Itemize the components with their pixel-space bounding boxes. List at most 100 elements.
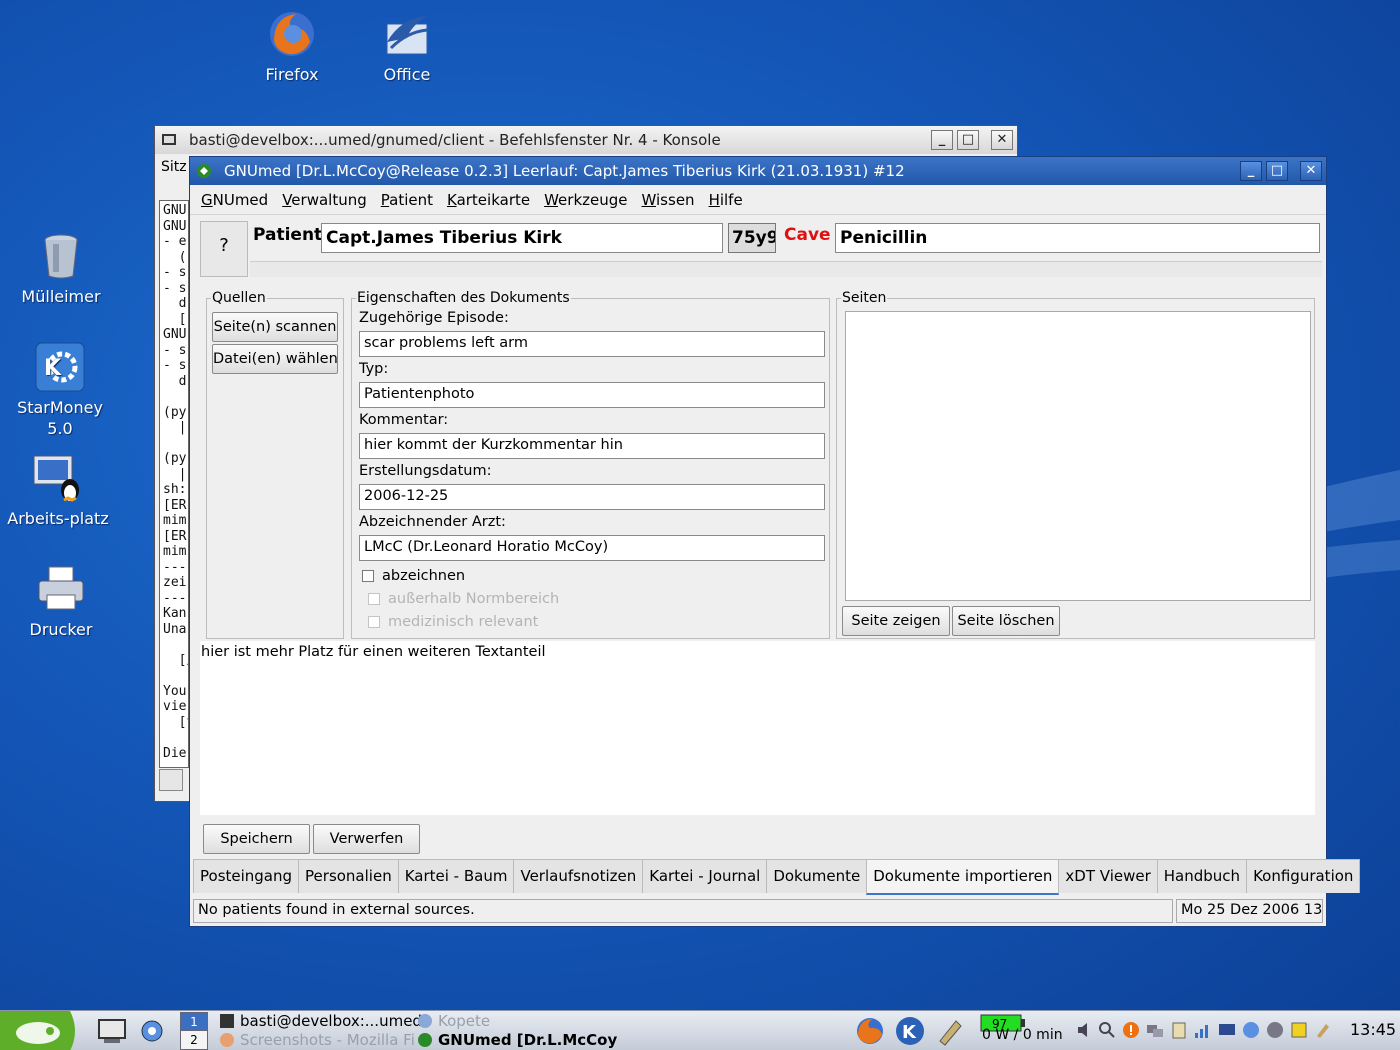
kmenu-start-icon[interactable] [0, 1011, 80, 1050]
relevant-checkbox: medizinisch relevant [368, 614, 538, 630]
status-bar: No patients found in external sources. M… [193, 899, 1323, 923]
menu-karteikarte[interactable]: Karteikarte [447, 191, 530, 209]
menu-gnumed[interactable]: GNUmed [201, 191, 268, 209]
tab-kartei-baum[interactable]: Kartei - Baum [397, 859, 515, 893]
notes-icon[interactable] [1290, 1021, 1308, 1039]
terminal-line: - s [163, 265, 187, 280]
menu-werkzeuge[interactable]: Werkzeuge [544, 191, 627, 209]
gnumed-titlebar[interactable]: GNUmed [Dr.L.McCoy@Release 0.2.3] Leerla… [190, 157, 1326, 185]
gnumed-minimize-button[interactable]: _ [1240, 161, 1262, 181]
tab-kartei-journal[interactable]: Kartei - Journal [642, 859, 768, 893]
status-message: No patients found in external sources. [193, 899, 1173, 923]
document-properties-group: Eigenschaften des Dokuments Zugehörige E… [351, 290, 830, 639]
comment-input[interactable]: hier kommt der Kurzkommentar hin [359, 433, 825, 459]
date-input[interactable]: 2006-12-25 [359, 484, 825, 510]
update-alert-icon[interactable] [1122, 1021, 1140, 1039]
abnormal-checkbox-label: außerhalb Normbereich [388, 591, 560, 607]
gnumed-close-button[interactable]: ✕ [1300, 161, 1322, 181]
cave-label: Cave [784, 225, 831, 245]
task-firefox[interactable]: Screenshots - Mozilla Fi [220, 1031, 415, 1049]
volume-icon[interactable] [1076, 1021, 1094, 1039]
gnumed-maximize-button[interactable]: □ [1266, 161, 1288, 181]
terminal-icon [162, 134, 176, 145]
patient-label: Patient [253, 225, 323, 245]
relevant-checkbox-label: medizinisch relevant [388, 614, 539, 630]
new-session-icon[interactable] [159, 769, 183, 791]
sources-legend: Quellen [212, 290, 266, 306]
settings-launcher-icon[interactable] [136, 1015, 168, 1047]
desktop-icon-label: Firefox [265, 65, 319, 84]
terminal-line: - s [163, 280, 187, 296]
patient-photo-button[interactable]: ? [200, 221, 248, 277]
patient-bar-strip [250, 261, 1322, 277]
status-clock: Mo 25 Dez 2006 13: [1176, 899, 1323, 923]
gnumed-window[interactable]: GNUmed [Dr.L.McCoy@Release 0.2.3] Leerla… [189, 156, 1361, 927]
bluetooth-icon[interactable] [1242, 1021, 1260, 1039]
free-text-area[interactable]: hier ist mehr Platz für einen weiteren T… [200, 641, 1315, 815]
tab-personalien[interactable]: Personalien [298, 859, 399, 893]
pages-list[interactable] [845, 311, 1311, 601]
konsole-maximize-button[interactable]: □ [957, 130, 979, 150]
desktop-icon-firefox[interactable]: Firefox [237, 8, 347, 85]
tab-posteingang[interactable]: Posteingang [193, 859, 300, 893]
desktop-icon-office[interactable]: Office [352, 8, 462, 85]
allergy-field[interactable]: Penicillin [835, 223, 1320, 253]
tab-verlaufsnotizen[interactable]: Verlaufsnotizen [513, 859, 644, 893]
type-input[interactable]: Patientenphoto [359, 382, 825, 408]
delete-page-button[interactable]: Seite löschen [952, 606, 1060, 636]
terminal-launcher-icon[interactable] [96, 1015, 128, 1047]
konsole-close-button[interactable]: ✕ [991, 130, 1013, 150]
konsole-terminal[interactable]: GNUGNU- e (- s- s d [GNU- s- s d (py || … [159, 200, 189, 768]
taskbar-clock[interactable]: 13:45 [1350, 1020, 1396, 1039]
desktop-icon-starmoney[interactable]: K StarMoney 5.0 [5, 341, 115, 439]
scan-pages-button[interactable]: Seite(n) scannen [212, 312, 338, 342]
menu-patient[interactable]: Patient [381, 191, 433, 209]
show-page-button[interactable]: Seite zeigen [842, 606, 950, 636]
task-label: GNUmed [Dr.L.McCoy [438, 1031, 618, 1049]
save-button[interactable]: Speichern [203, 824, 310, 854]
episode-input[interactable]: scar problems left arm [359, 331, 825, 357]
tools-icon[interactable] [1314, 1021, 1332, 1039]
task-kopete[interactable]: Kopete [418, 1012, 490, 1030]
patient-name-field[interactable]: Capt.James Tiberius Kirk [321, 223, 723, 253]
discard-button[interactable]: Verwerfen [313, 824, 420, 854]
pager-desktop-1[interactable]: 1 [181, 1013, 207, 1031]
choose-files-button[interactable]: Datei(en) wählen [212, 344, 338, 374]
task-gnumed[interactable]: GNUmed [Dr.L.McCoy [418, 1031, 617, 1049]
tab-konfiguration[interactable]: Konfiguration [1246, 859, 1361, 893]
globe-icon[interactable] [1266, 1021, 1284, 1039]
terminal-line: ( [163, 249, 187, 265]
firefox-launcher-icon[interactable] [854, 1015, 886, 1047]
konsole-minimize-button[interactable]: _ [931, 130, 953, 150]
sign-checkbox[interactable]: abzeichnen [362, 568, 465, 584]
tab-handbuch[interactable]: Handbuch [1156, 859, 1248, 893]
konsole-menu-session[interactable]: Sitz [161, 159, 187, 175]
checkbox-box[interactable] [362, 570, 374, 582]
tab-dokumente[interactable]: Dokumente [766, 859, 868, 893]
desktop-icon-workplace[interactable]: Arbeits-platz [3, 452, 113, 529]
konsole-titlebar[interactable]: basti@develbox:...umed/gnumed/client - B… [155, 126, 1017, 154]
pager-desktop-2[interactable]: 2 [181, 1031, 207, 1049]
doctor-input[interactable]: LMcC (Dr.Leonard Horatio McCoy) [359, 535, 825, 561]
klipper-icon[interactable] [1170, 1021, 1188, 1039]
tab-dokumente-importieren[interactable]: Dokumente importieren [866, 859, 1060, 895]
desktop-icon-trash[interactable]: Mülleimer [6, 230, 116, 307]
menu-hilfe[interactable]: Hilfe [709, 191, 743, 209]
network-icon[interactable] [1146, 1021, 1164, 1039]
terminal-line: GNU [163, 203, 187, 218]
desktop-pager[interactable]: 1 2 [180, 1012, 208, 1050]
kde-launcher-icon[interactable]: K [894, 1015, 926, 1047]
pen-tool-icon[interactable] [934, 1015, 966, 1047]
display-icon[interactable] [1218, 1021, 1236, 1039]
terminal-line: --- [163, 590, 187, 606]
signal-strength-icon[interactable] [1194, 1021, 1212, 1039]
desktop-icon-printer[interactable]: Drucker [6, 563, 116, 640]
task-konsole[interactable]: basti@develbox:...umed/ [220, 1012, 427, 1030]
menu-verwaltung[interactable]: Verwaltung [282, 191, 367, 209]
search-icon[interactable] [1098, 1021, 1116, 1039]
menu-wissen[interactable]: Wissen [642, 191, 695, 209]
tab-xdt-viewer[interactable]: xDT Viewer [1058, 859, 1158, 893]
doctor-label: Abzeichnender Arzt: [359, 514, 506, 530]
